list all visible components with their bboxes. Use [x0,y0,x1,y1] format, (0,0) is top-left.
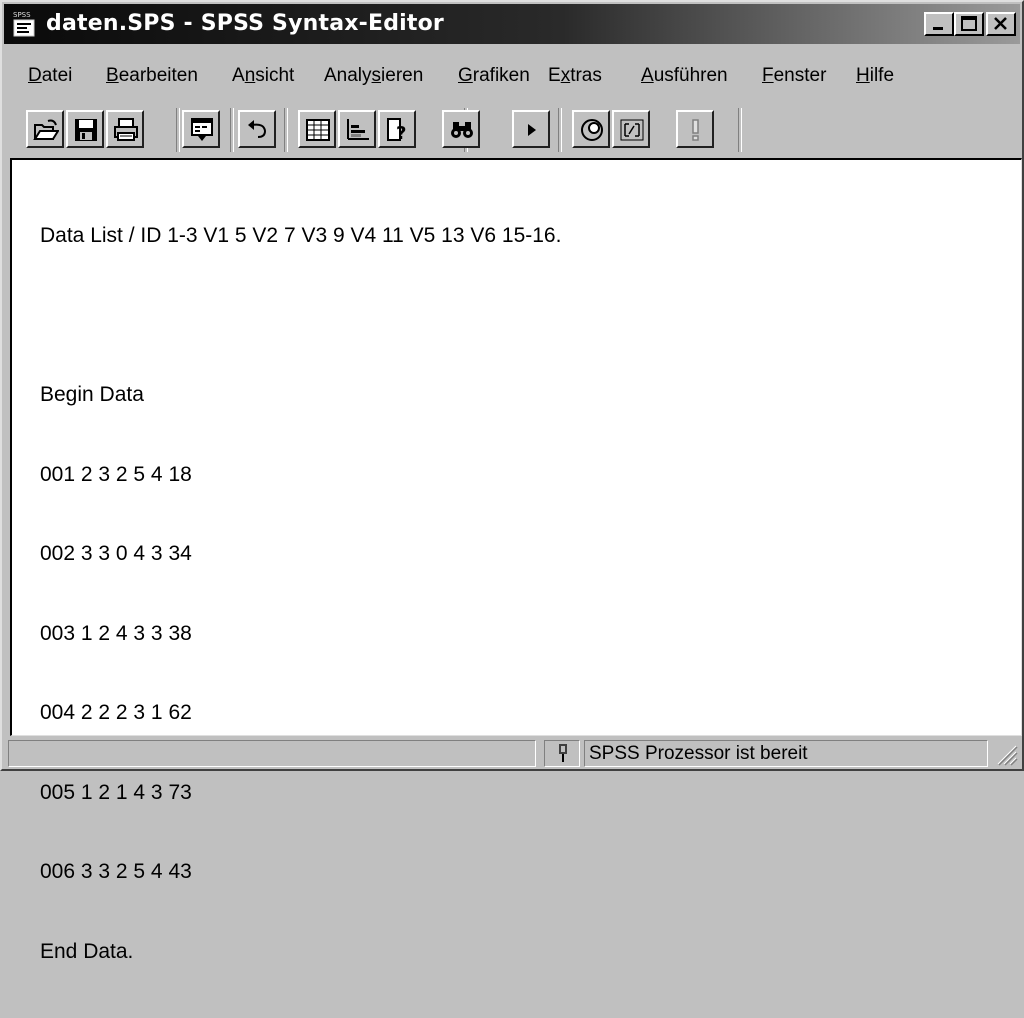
spss-app-icon[interactable]: SPSS [12,10,38,38]
undo-button[interactable] [238,110,276,148]
syntax-line[interactable]: 004 2 2 2 3 1 62 [40,700,561,727]
menu-hilfe[interactable]: Hilfe [856,62,894,90]
menu-fenster[interactable]: Fenster [762,62,826,90]
processor-status-text: SPSS Prozessor ist bereit [584,740,988,767]
run-button[interactable] [512,110,550,148]
menu-accel: s [371,65,382,86]
run-icon [528,124,536,136]
open-button[interactable] [26,110,64,148]
variables-icon: ? [387,118,406,143]
menu-label: Analy [324,65,372,86]
menu-label: earbeiten [118,65,198,86]
menu-grafiken[interactable]: Grafiken [458,62,530,90]
processor-lamp-icon [559,744,567,762]
close-icon [994,17,1007,30]
minimize-icon [933,27,943,30]
use-sets-button[interactable] [572,110,610,148]
menu-label: sicht [255,65,295,86]
status-bar: SPSS Prozessor ist bereit [4,738,1020,769]
menu-label: ilfe [869,65,895,86]
menu-accel: H [856,65,870,86]
app-icon-label: SPSS [13,11,31,19]
open-folder-icon [33,119,59,140]
maximize-icon [961,16,977,31]
processor-status-lamp [544,740,580,767]
syntax-line[interactable]: End Data. [40,939,561,966]
menu-analysieren[interactable]: Analysieren [324,62,423,90]
goto-data-button[interactable] [298,110,336,148]
goto-chart-button[interactable] [338,110,376,148]
use-sets-icon [581,119,603,141]
menu-label: enster [773,65,827,86]
menu-label: E [548,65,561,86]
menu-accel: x [560,65,571,86]
menu-accel: D [28,65,42,86]
dialog-recall-icon [191,118,213,141]
printer-icon [114,118,138,141]
dialog-recall-button[interactable] [182,110,220,148]
syntax-editor-window: SPSS daten.SPS - SPSS Syntax-Editor Date… [0,0,1024,963]
syntax-line[interactable]: 002 3 3 0 4 3 34 [40,541,561,568]
print-button[interactable] [106,110,144,148]
menu-extras[interactable]: Extras [548,62,602,90]
menu-label: rafiken [472,65,530,86]
find-binoculars-icon [451,122,473,138]
syntax-line[interactable]: 005 1 2 1 4 3 73 [40,780,561,807]
menu-accel: A [641,65,654,86]
designate-window-icon [692,119,699,141]
syntax-text-area[interactable]: Data List / ID 1-3 V1 5 V2 7 V3 9 V4 11 … [10,158,1022,963]
menu-label: ieren [381,65,424,86]
syntax-line[interactable]: Data List / ID 1-3 V1 5 V2 7 V3 9 V4 11 … [40,223,561,250]
syntax-line[interactable]: Begin Data [40,382,561,409]
menu-accel: F [762,65,774,86]
menu-label: usführen [653,65,728,86]
menu-ansicht[interactable]: Ansicht [232,62,294,90]
menu-label: A [232,65,245,86]
window-title: daten.SPS - SPSS Syntax-Editor [46,11,444,36]
value-labels-icon [620,119,644,141]
syntax-line[interactable] [40,303,561,330]
status-panel [8,740,536,767]
size-grip-icon[interactable] [994,742,1018,766]
designate-window-button[interactable] [676,110,714,148]
minimize-button[interactable] [924,12,954,36]
value-labels-button[interactable] [612,110,650,148]
syntax-lines: Data List / ID 1-3 V1 5 V2 7 V3 9 V4 11 … [40,170,561,1018]
menu-accel: B [106,65,119,86]
menu-label: atei [41,65,73,86]
syntax-line[interactable]: 001 2 3 2 5 4 18 [40,462,561,489]
menu-bar: Datei Bearbeiten Ansicht Analysieren Gra… [4,62,1020,90]
save-disk-icon [75,119,97,141]
syntax-line[interactable]: 006 3 3 2 5 4 43 [40,859,561,886]
maximize-button[interactable] [954,12,984,36]
variables-button[interactable]: ? [378,110,416,148]
goto-chart-icon [347,119,369,140]
toolbar: ? [12,110,1012,150]
close-button[interactable] [986,12,1016,36]
menu-accel: G [458,65,473,86]
menu-bearbeiten[interactable]: Bearbeiten [106,62,198,90]
undo-icon [248,120,267,138]
title-bar[interactable]: SPSS daten.SPS - SPSS Syntax-Editor [4,4,1020,44]
menu-ausfuehren[interactable]: Ausführen [641,62,728,90]
svg-text:?: ? [396,123,406,143]
syntax-line[interactable]: 003 1 2 4 3 3 38 [40,621,561,648]
menu-datei[interactable]: Datei [28,62,72,90]
find-button[interactable] [442,110,480,148]
menu-accel: n [244,65,256,86]
menu-label: tras [570,65,602,86]
save-button[interactable] [66,110,104,148]
goto-data-icon [306,119,330,141]
